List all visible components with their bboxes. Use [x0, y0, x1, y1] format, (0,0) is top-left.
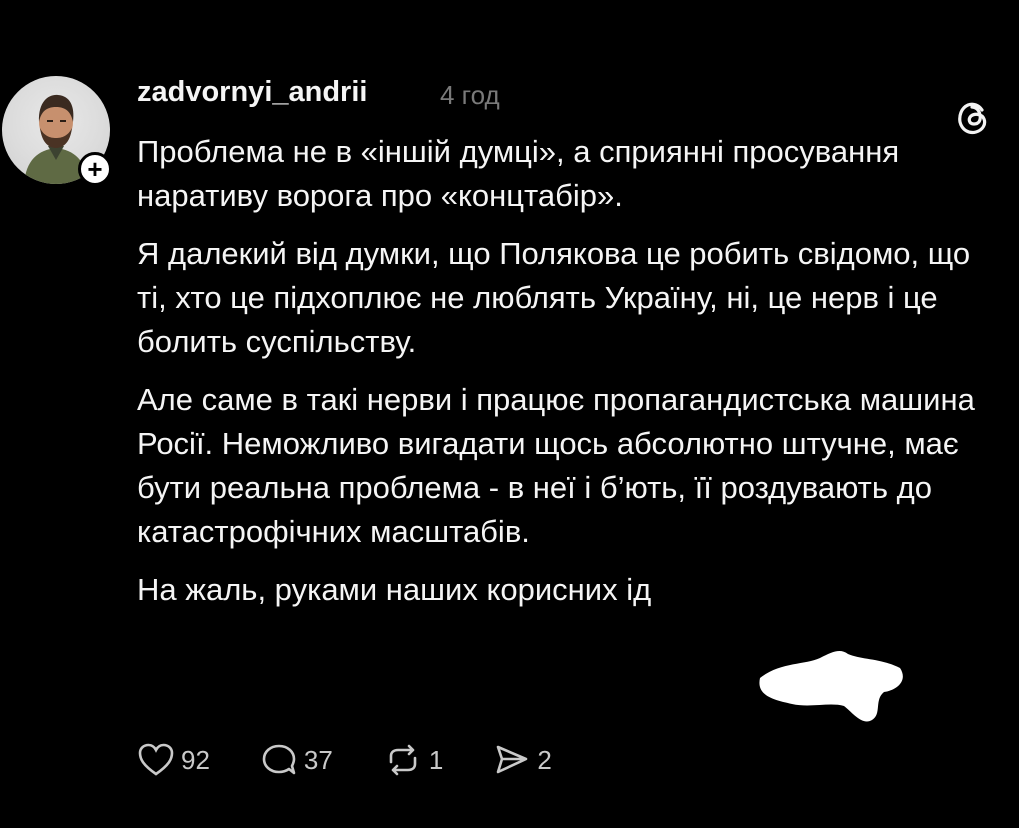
post-actions: 92 37 1 2: [137, 738, 602, 782]
like-button[interactable]: 92: [137, 742, 210, 778]
comment-bubble-icon: [262, 744, 296, 775]
repost-count: 1: [428, 744, 444, 775]
send-icon: [497, 745, 528, 774]
post-timestamp: 4 год: [440, 80, 500, 110]
comment-count: 37: [303, 744, 333, 775]
username-link[interactable]: zadvornyi_andrii: [137, 76, 367, 109]
share-count: 2: [537, 744, 552, 775]
post-paragraph: На жаль, руками наших корисних ід: [137, 572, 652, 607]
post-paragraph: Проблема не в «іншій думці», а сприянні …: [137, 134, 900, 213]
post-paragraph: Але саме в такі нерви і працює пропаганд…: [137, 382, 975, 549]
redaction-scribble: [759, 651, 903, 722]
comment-button[interactable]: 37: [260, 742, 333, 778]
share-button[interactable]: 2: [493, 742, 552, 778]
heart-icon: [138, 743, 174, 776]
like-count: 92: [181, 744, 210, 775]
repost-button[interactable]: 1: [383, 742, 443, 778]
post-paragraph: Я далекий від думки, що Полякова це роби…: [137, 236, 971, 359]
post-body: Проблема не в «іншій думці», а сприянні …: [137, 130, 987, 626]
follow-button[interactable]: +: [78, 152, 112, 186]
repost-icon: [389, 744, 417, 776]
